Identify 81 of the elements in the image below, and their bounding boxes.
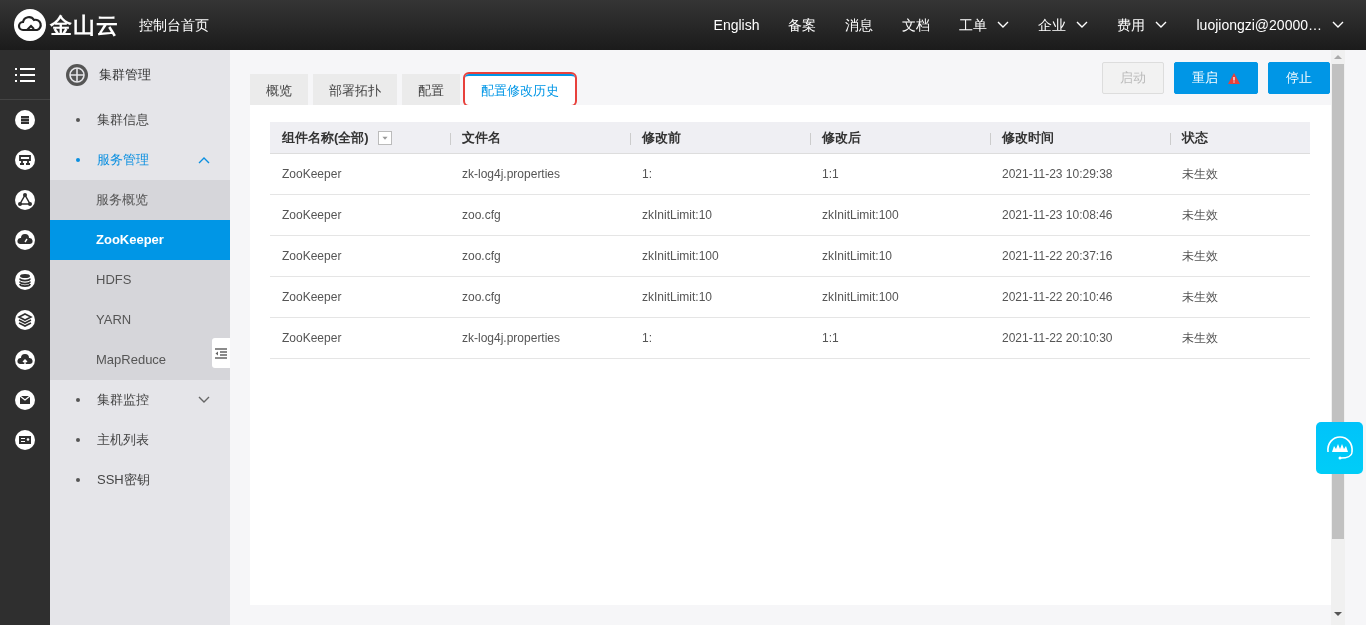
table-cell: zoo.cfg [450, 277, 630, 318]
cloud-logo-icon [14, 9, 46, 41]
database-icon[interactable] [15, 270, 35, 290]
table-cell: 未生效 [1170, 154, 1310, 195]
cloud-gauge-icon[interactable] [15, 230, 35, 250]
chevron-down-icon [1155, 21, 1168, 29]
table-cell: 2021-11-23 10:29:38 [990, 154, 1170, 195]
console-home-link[interactable]: 控制台首页 [139, 14, 209, 36]
table-cell: zkInitLimit:100 [810, 277, 990, 318]
table-cell: 1: [630, 318, 810, 359]
table-cell: 1:1 [810, 318, 990, 359]
server-icon[interactable] [15, 110, 35, 130]
sidebar-item[interactable]: 主机列表 [50, 420, 230, 460]
table-cell: zk-log4j.properties [450, 154, 630, 195]
table-cell: 2021-11-23 10:08:46 [990, 195, 1170, 236]
nodes-icon[interactable] [15, 190, 35, 210]
nav-link[interactable]: 备案 [788, 14, 817, 36]
mail-icon[interactable] [15, 390, 35, 410]
chevron-down-icon [1332, 21, 1344, 29]
table-cell: 1: [630, 154, 810, 195]
table-cell: zoo.cfg [450, 236, 630, 277]
column-header[interactable]: 组件名称(全部) [270, 122, 450, 154]
chevron-down-icon [997, 21, 1010, 29]
table-cell: 2021-11-22 20:10:46 [990, 277, 1170, 318]
table-cell: 未生效 [1170, 236, 1310, 277]
nav-dropdown[interactable]: 工单 [959, 14, 1010, 36]
tab[interactable]: 部署拓扑 [313, 74, 397, 105]
table-cell: 未生效 [1170, 318, 1310, 359]
nav-dropdown[interactable]: luojiongzi@20000… [1196, 14, 1344, 36]
table-cell: ZooKeeper [270, 277, 450, 318]
warning-icon [1228, 72, 1240, 84]
table-cell: zkInitLimit:100 [810, 195, 990, 236]
chevron-down-icon [198, 396, 210, 404]
table-cell: zkInitLimit:10 [810, 236, 990, 277]
table-cell: 未生效 [1170, 195, 1310, 236]
sidebar-subitem[interactable]: YARN [50, 300, 212, 340]
globe-icon [66, 64, 88, 86]
scrollbar[interactable] [1331, 50, 1345, 625]
column-header: 状态 [1170, 122, 1310, 154]
nav-link[interactable]: English [713, 14, 760, 36]
table-cell: zkInitLimit:100 [630, 236, 810, 277]
id-card-icon[interactable] [15, 430, 35, 450]
table-cell: 2021-11-22 20:37:16 [990, 236, 1170, 277]
table-cell: zkInitLimit:10 [630, 195, 810, 236]
table-cell: zk-log4j.properties [450, 318, 630, 359]
nav-link[interactable]: 消息 [845, 14, 874, 36]
nav-dropdown[interactable]: 费用 [1117, 14, 1168, 36]
collapse-sidebar-button[interactable] [212, 338, 230, 368]
sidebar-item[interactable]: 集群监控 [50, 380, 230, 420]
column-header: 文件名 [450, 122, 630, 154]
menu-icon[interactable] [15, 67, 35, 82]
nav-dropdown[interactable]: 企业 [1038, 14, 1089, 36]
table-cell: ZooKeeper [270, 236, 450, 277]
table-cell: ZooKeeper [270, 318, 450, 359]
sidebar-subitem[interactable]: 服务概览 [50, 180, 212, 220]
sidebar-item[interactable]: 集群信息 [50, 100, 230, 140]
chatbot-icon [1324, 435, 1355, 461]
cloud-upload-icon[interactable] [15, 350, 35, 370]
logo-text[interactable]: 金山云 [50, 8, 119, 42]
column-header: 修改后 [810, 122, 990, 154]
column-header: 修改前 [630, 122, 810, 154]
collapse-icon [215, 347, 227, 359]
sidebar-title: 集群管理 [99, 66, 151, 85]
chevron-down-icon [1076, 21, 1089, 29]
sidebar-subitem[interactable]: HDFS [50, 260, 212, 300]
table-cell: ZooKeeper [270, 195, 450, 236]
table-cell: 1:1 [810, 154, 990, 195]
column-header: 修改时间 [990, 122, 1170, 154]
sidebar-item[interactable]: SSH密钥 [50, 460, 230, 500]
network-icon[interactable] [15, 150, 35, 170]
table-cell: zkInitLimit:10 [630, 277, 810, 318]
tab[interactable]: 概览 [250, 74, 308, 105]
chevron-up-icon [198, 156, 210, 164]
table-cell: ZooKeeper [270, 154, 450, 195]
tab[interactable]: 配置 [402, 74, 460, 105]
nav-link[interactable]: 文档 [902, 14, 931, 36]
table-cell: 2021-11-22 20:10:30 [990, 318, 1170, 359]
layers-icon[interactable] [15, 310, 35, 330]
table-cell: 未生效 [1170, 277, 1310, 318]
sidebar-subitem[interactable]: MapReduce [50, 340, 212, 380]
table-cell: zoo.cfg [450, 195, 630, 236]
